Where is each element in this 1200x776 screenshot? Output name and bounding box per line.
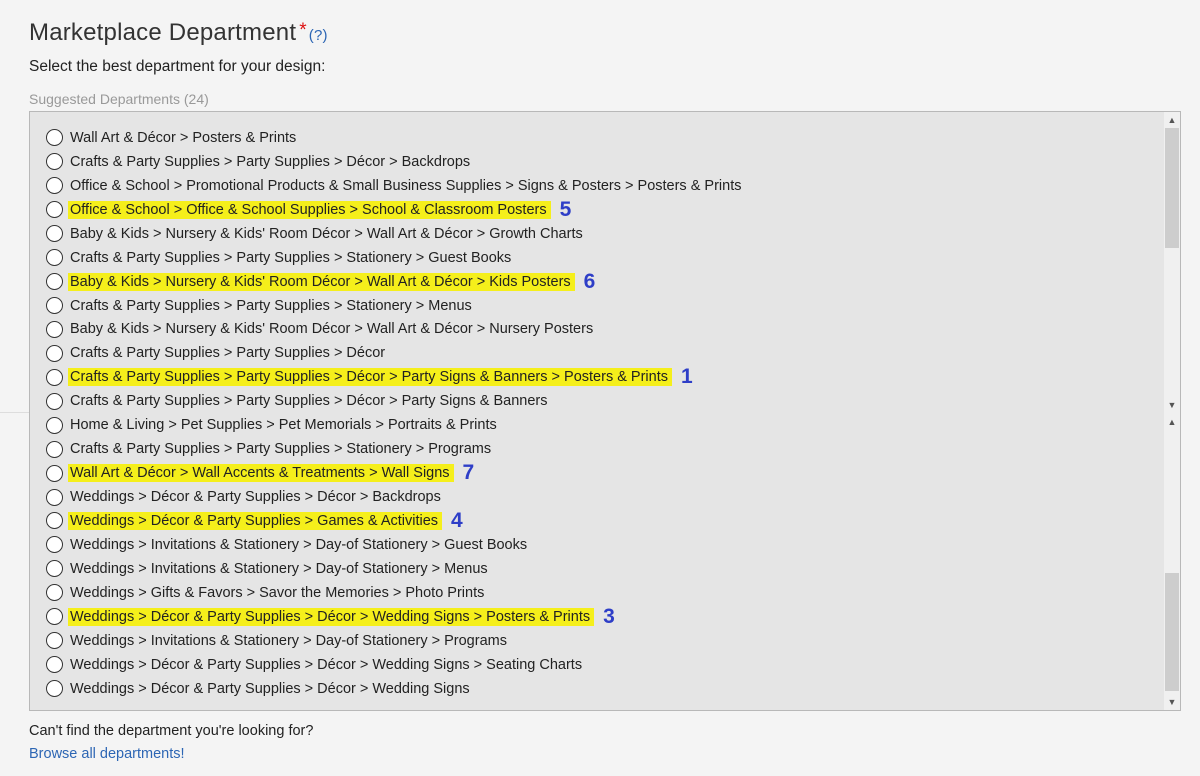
department-path-label: Weddings > Invitations & Stationery > Da… bbox=[70, 536, 528, 553]
radio-button[interactable] bbox=[46, 536, 63, 554]
radio-button[interactable] bbox=[46, 225, 63, 243]
department-path-label: Crafts & Party Supplies > Party Supplies… bbox=[70, 441, 492, 458]
department-path-label: Home & Living > Pet Supplies > Pet Memor… bbox=[70, 417, 497, 434]
department-path-label: Weddings > Invitations & Stationery > Da… bbox=[70, 560, 488, 577]
rank-annotation: 3 bbox=[603, 604, 615, 628]
department-path-label: Crafts & Party Supplies > Party Supplies… bbox=[70, 345, 386, 362]
department-path-label: Office & School > Promotional Products &… bbox=[70, 177, 742, 194]
department-path-label: Weddings > Invitations & Stationery > Da… bbox=[70, 632, 507, 649]
radio-button[interactable] bbox=[46, 320, 63, 338]
rank-annotation: 1 bbox=[681, 365, 693, 389]
department-path-label: Baby & Kids > Nursery & Kids' Room Décor… bbox=[70, 225, 583, 242]
department-option[interactable]: Weddings > Gifts & Favors > Savor the Me… bbox=[46, 581, 745, 605]
radio-button[interactable] bbox=[46, 416, 63, 434]
department-option[interactable]: Weddings > Décor & Party Supplies > Déco… bbox=[46, 485, 745, 509]
department-list: Wall Art & Décor > Posters & Prints Craft… bbox=[46, 126, 745, 701]
department-option[interactable]: Wall Art & Décor > Posters & Prints bbox=[46, 126, 745, 150]
department-option[interactable]: Weddings > Décor & Party Supplies > Déco… bbox=[46, 605, 745, 629]
department-option[interactable]: Crafts & Party Supplies > Party Supplies… bbox=[46, 389, 745, 413]
department-path-label: Weddings > Décor & Party Supplies > Déco… bbox=[70, 680, 470, 697]
department-path-label: Baby & Kids > Nursery & Kids' Room Décor… bbox=[70, 321, 594, 338]
radio-button[interactable] bbox=[46, 512, 63, 530]
department-option[interactable]: Weddings > Décor & Party Supplies > Déco… bbox=[46, 677, 745, 701]
radio-button[interactable] bbox=[46, 177, 63, 195]
rank-annotation: 4 bbox=[451, 508, 463, 532]
department-path-label: Wall Art & Décor > Wall Accents & Treatm… bbox=[68, 464, 454, 483]
department-path-label: Crafts & Party Supplies > Party Supplies… bbox=[68, 368, 672, 387]
department-path-label: Weddings > Décor & Party Supplies > Déco… bbox=[68, 607, 595, 626]
required-asterisk: * bbox=[299, 20, 307, 41]
radio-button[interactable] bbox=[46, 297, 63, 315]
department-option[interactable]: Crafts & Party Supplies > Party Supplies… bbox=[46, 437, 745, 461]
page-title-text: Marketplace Department bbox=[29, 19, 297, 46]
instruction-text: Select the best department for your desi… bbox=[29, 58, 326, 75]
radio-button[interactable] bbox=[46, 440, 63, 458]
department-path-label: Weddings > Décor & Party Supplies > Déco… bbox=[70, 489, 441, 506]
radio-button[interactable] bbox=[46, 392, 63, 410]
radio-button[interactable] bbox=[46, 273, 63, 291]
department-path-label: Weddings > Décor & Party Supplies > Déco… bbox=[70, 656, 583, 673]
rank-annotation: 5 bbox=[559, 197, 572, 221]
department-option[interactable]: Crafts & Party Supplies > Party Supplies… bbox=[46, 150, 745, 174]
department-option[interactable]: Weddings > Invitations & Stationery > Da… bbox=[46, 533, 745, 557]
department-path-label: Crafts & Party Supplies > Party Supplies… bbox=[70, 297, 472, 314]
radio-button[interactable] bbox=[46, 560, 63, 578]
department-path-label: Baby & Kids > Nursery & Kids' Room Décor… bbox=[68, 272, 575, 291]
department-path-label: Crafts & Party Supplies > Party Supplies… bbox=[70, 153, 471, 170]
scroll-down-arrow-icon[interactable]: ▼ bbox=[1164, 398, 1180, 412]
radio-button[interactable] bbox=[46, 153, 63, 171]
department-path-label: Weddings > Gifts & Favors > Savor the Me… bbox=[70, 584, 485, 601]
department-option[interactable]: Crafts & Party Supplies > Party Supplies… bbox=[46, 341, 745, 365]
department-option[interactable]: Home & Living > Pet Supplies > Pet Memor… bbox=[46, 413, 745, 437]
radio-button[interactable] bbox=[46, 249, 63, 267]
rank-annotation: 7 bbox=[462, 461, 475, 485]
department-option[interactable]: Baby & Kids > Nursery & Kids' Room Décor… bbox=[46, 318, 745, 342]
scroll-down-arrow-icon[interactable]: ▼ bbox=[1164, 695, 1180, 709]
page-title: Marketplace Department * (?) bbox=[29, 19, 328, 47]
radio-button[interactable] bbox=[46, 632, 63, 650]
department-option[interactable]: Baby & Kids > Nursery & Kids' Room Décor… bbox=[46, 270, 745, 294]
department-path-label: Office & School > Office & School Suppli… bbox=[68, 200, 551, 219]
radio-button[interactable] bbox=[46, 464, 63, 482]
department-listbox[interactable]: Wall Art & Décor > Posters & Prints Craft… bbox=[29, 111, 1181, 711]
scroll-up-arrow-icon[interactable]: ▲ bbox=[1164, 415, 1180, 429]
department-option[interactable]: Baby & Kids > Nursery & Kids' Room Décor… bbox=[46, 222, 745, 246]
scroll-up-arrow-icon[interactable]: ▲ bbox=[1164, 113, 1180, 127]
lower-scrollbar-thumb[interactable] bbox=[1165, 573, 1179, 691]
radio-button[interactable] bbox=[46, 680, 63, 698]
suggested-departments-label: Suggested Departments (24) bbox=[29, 91, 209, 107]
radio-button[interactable] bbox=[46, 656, 63, 674]
department-option[interactable]: Crafts & Party Supplies > Party Supplies… bbox=[46, 246, 745, 270]
department-option[interactable]: Wall Art & Décor > Wall Accents & Treatm… bbox=[46, 461, 745, 485]
help-link[interactable]: (?) bbox=[309, 27, 328, 44]
department-option[interactable]: Weddings > Décor & Party Supplies > Game… bbox=[46, 509, 745, 533]
radio-button[interactable] bbox=[46, 201, 63, 219]
department-option[interactable]: Crafts & Party Supplies > Party Supplies… bbox=[46, 294, 745, 318]
radio-button[interactable] bbox=[46, 608, 63, 626]
divider bbox=[0, 412, 29, 413]
radio-button[interactable] bbox=[46, 488, 63, 506]
department-path-label: Crafts & Party Supplies > Party Supplies… bbox=[70, 393, 548, 410]
radio-button[interactable] bbox=[46, 344, 63, 362]
department-path-label: Weddings > Décor & Party Supplies > Game… bbox=[68, 511, 443, 530]
department-path-label: Crafts & Party Supplies > Party Supplies… bbox=[70, 249, 512, 266]
radio-button[interactable] bbox=[46, 129, 63, 147]
radio-button[interactable] bbox=[46, 584, 63, 602]
department-option[interactable]: Crafts & Party Supplies > Party Supplies… bbox=[46, 365, 745, 389]
department-option[interactable]: Weddings > Invitations & Stationery > Da… bbox=[46, 629, 745, 653]
browse-all-departments-link[interactable]: Browse all departments! bbox=[29, 746, 185, 762]
department-option[interactable]: Weddings > Décor & Party Supplies > Déco… bbox=[46, 653, 745, 677]
upper-scrollbar-thumb[interactable] bbox=[1165, 128, 1179, 248]
cant-find-text: Can't find the department you're looking… bbox=[29, 723, 314, 739]
department-option[interactable]: Weddings > Invitations & Stationery > Da… bbox=[46, 557, 745, 581]
rank-annotation: 6 bbox=[583, 269, 596, 293]
department-path-label: Wall Art & Décor > Posters & Prints bbox=[70, 129, 297, 146]
department-option[interactable]: Office & School > Office & School Suppli… bbox=[46, 198, 745, 222]
radio-button[interactable] bbox=[46, 368, 63, 386]
upper-scrollbar[interactable]: ▲ ▼ ▲ ▼ bbox=[1164, 112, 1180, 710]
department-option[interactable]: Office & School > Promotional Products &… bbox=[46, 174, 745, 198]
